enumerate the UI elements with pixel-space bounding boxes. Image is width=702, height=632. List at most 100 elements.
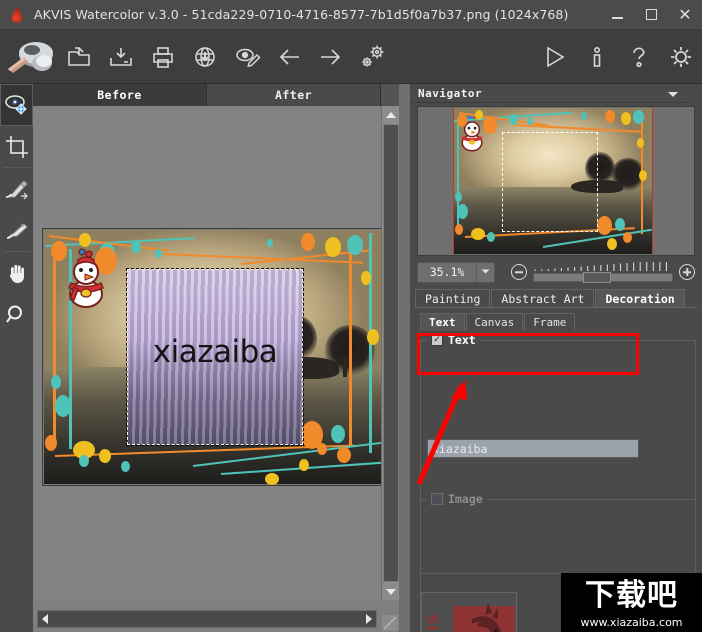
deco-dot [55, 395, 71, 417]
scroll-left-button[interactable] [42, 614, 48, 624]
tab-abstract-art[interactable]: Abstract Art [491, 289, 595, 308]
tool-palette [0, 84, 33, 600]
deco-dot [131, 241, 141, 253]
deco-dot [325, 237, 341, 257]
image-logo-preview[interactable]: AKVIS [421, 592, 517, 632]
window-controls: ✕ [600, 1, 702, 29]
redo-button[interactable] [310, 34, 352, 80]
window-title: AKVIS Watercolor v.3.0 - 51cda229-0710-4… [34, 7, 569, 22]
deco-dot [155, 249, 162, 258]
navigator-title: Navigator [418, 86, 483, 100]
scroll-down-button[interactable] [382, 583, 400, 600]
preferences-button[interactable] [660, 34, 702, 80]
zoom-level-combo[interactable]: 35.1% [417, 261, 495, 283]
undo-button[interactable] [268, 34, 310, 80]
deco-dot [45, 435, 57, 451]
zoom-out-button[interactable] [511, 264, 527, 280]
image-enable-checkbox[interactable] [431, 493, 443, 505]
app-logo-icon [8, 6, 26, 24]
scroll-up-button[interactable] [382, 106, 400, 123]
deco-dot [301, 233, 315, 251]
tab-after[interactable]: After [207, 84, 381, 106]
crop-tool[interactable] [0, 126, 33, 168]
deco-dot [347, 235, 363, 255]
image-group-label: Image [448, 492, 483, 506]
panel-tabs: Painting Abstract Art Decoration [415, 288, 697, 308]
deco-dot [51, 375, 61, 389]
help-button[interactable] [618, 34, 660, 80]
brush-logo-icon [2, 34, 58, 80]
chevron-down-icon[interactable] [476, 262, 494, 282]
deco-line [349, 237, 352, 447]
deco-dot [367, 329, 379, 345]
image-view-tabs: Before After [33, 84, 381, 106]
minimize-button[interactable] [600, 1, 634, 29]
zoom-tool[interactable] [0, 294, 33, 336]
scroll-track[interactable] [37, 610, 377, 628]
title-bar: AKVIS Watercolor v.3.0 - 51cda229-0710-4… [0, 0, 702, 30]
image-group-title: Image [427, 492, 487, 506]
snowman-sticker [65, 247, 107, 309]
subtab-text[interactable]: Text [420, 313, 465, 331]
main-toolbar [0, 30, 702, 84]
tab-decoration[interactable]: Decoration [595, 289, 685, 308]
decoration-subtabs: Text Canvas Frame [420, 312, 696, 331]
publish-button[interactable] [184, 34, 226, 80]
canvas-vertical-scrollbar[interactable] [381, 106, 400, 600]
subtab-canvas[interactable]: Canvas [465, 313, 524, 331]
maximize-button[interactable] [634, 1, 668, 29]
close-button[interactable]: ✕ [668, 1, 702, 29]
deco-dot [79, 455, 89, 467]
deco-dot [299, 459, 309, 471]
run-button[interactable] [534, 34, 576, 80]
artwork: xiazaiba [42, 228, 381, 486]
deco-dot [265, 473, 279, 485]
watermark-cn-text: 下载吧 [585, 578, 678, 613]
eraser-tool[interactable] [0, 210, 33, 252]
zoom-controls: 35.1% [417, 260, 695, 284]
navigator-header: Navigator [410, 84, 688, 103]
hand-tool[interactable] [0, 252, 33, 294]
resize-grip[interactable] [382, 615, 398, 631]
text-enable-checkbox[interactable]: ✓ [431, 334, 443, 346]
deco-dot [317, 443, 327, 455]
navigator-viewport[interactable] [502, 132, 598, 232]
site-watermark: 下载吧 www.xiazaiba.com [561, 573, 702, 632]
text-group-title: ✓ Text [427, 333, 480, 347]
tab-underline [415, 307, 697, 308]
preview-selection[interactable]: xiazaiba [126, 268, 304, 446]
text-group-label: Text [448, 333, 476, 347]
deco-dot [361, 271, 371, 285]
about-button[interactable] [576, 34, 618, 80]
bottom-left-corner [0, 600, 33, 632]
preview-text-overlay: xiazaiba [152, 333, 278, 370]
scroll-thumb[interactable] [383, 124, 399, 582]
zoom-in-button[interactable] [679, 264, 695, 280]
deco-dot [331, 425, 345, 443]
quick-preview-tool[interactable] [0, 84, 33, 126]
open-image-button[interactable] [58, 34, 100, 80]
navigator-thumbnail[interactable] [417, 106, 695, 256]
tab-before[interactable]: Before [33, 84, 207, 106]
save-image-button[interactable] [100, 34, 142, 80]
scroll-right-button[interactable] [366, 614, 372, 624]
text-input[interactable]: xiazaiba [427, 439, 639, 458]
subtab-frame[interactable]: Frame [524, 313, 576, 331]
deco-dot [99, 449, 111, 463]
zoom-level-value: 35.1% [429, 265, 465, 279]
print-image-button[interactable] [142, 34, 184, 80]
deco-dot [121, 461, 130, 472]
image-canvas[interactable]: xiazaiba [33, 106, 381, 600]
panel-splitter[interactable] [399, 84, 410, 632]
presets-button[interactable] [352, 34, 394, 80]
zoom-slider[interactable] [533, 261, 673, 283]
watermark-url-text: www.xiazaiba.com [580, 616, 683, 629]
edit-preview-button[interactable] [226, 34, 268, 80]
zoom-thumb[interactable] [583, 272, 612, 283]
chevron-down-icon[interactable] [667, 84, 679, 103]
logo-akvis-text: AKVIS [424, 607, 454, 632]
stroke-direction-tool[interactable] [0, 168, 33, 210]
tab-painting[interactable]: Painting [415, 289, 491, 308]
canvas-horizontal-scrollbar[interactable] [33, 600, 399, 632]
deco-dot [337, 447, 351, 463]
